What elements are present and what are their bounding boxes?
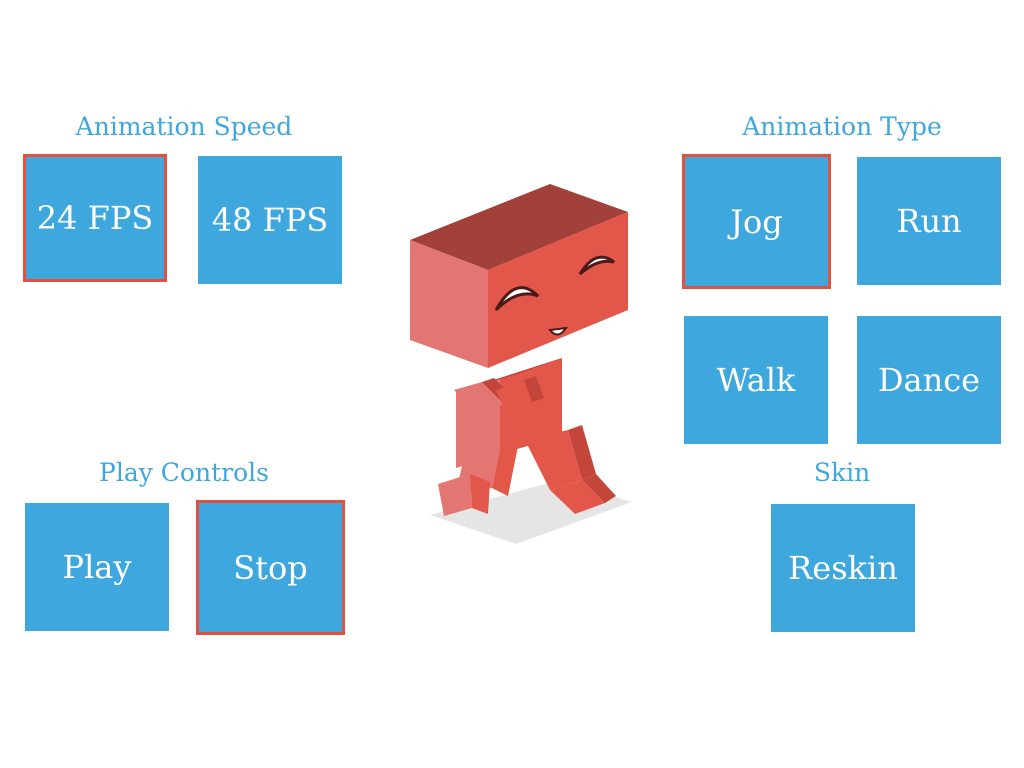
walk-button[interactable]: Walk bbox=[684, 316, 828, 444]
stop-button[interactable]: Stop bbox=[196, 500, 345, 635]
reskin-button[interactable]: Reskin bbox=[771, 504, 915, 632]
play-button[interactable]: Play bbox=[25, 503, 169, 631]
play-controls-title: Play Controls bbox=[99, 458, 269, 487]
skin-title: Skin bbox=[813, 458, 871, 487]
animation-type-title: Animation Type bbox=[742, 112, 942, 141]
run-button[interactable]: Run bbox=[857, 157, 1001, 285]
jog-button[interactable]: Jog bbox=[682, 154, 831, 289]
box-robot-character-icon bbox=[410, 184, 632, 544]
fps-24-button[interactable]: 24 FPS bbox=[23, 154, 167, 282]
animation-speed-title: Animation Speed bbox=[75, 112, 293, 141]
fps-48-button[interactable]: 48 FPS bbox=[198, 156, 342, 284]
dance-button[interactable]: Dance bbox=[857, 316, 1001, 444]
